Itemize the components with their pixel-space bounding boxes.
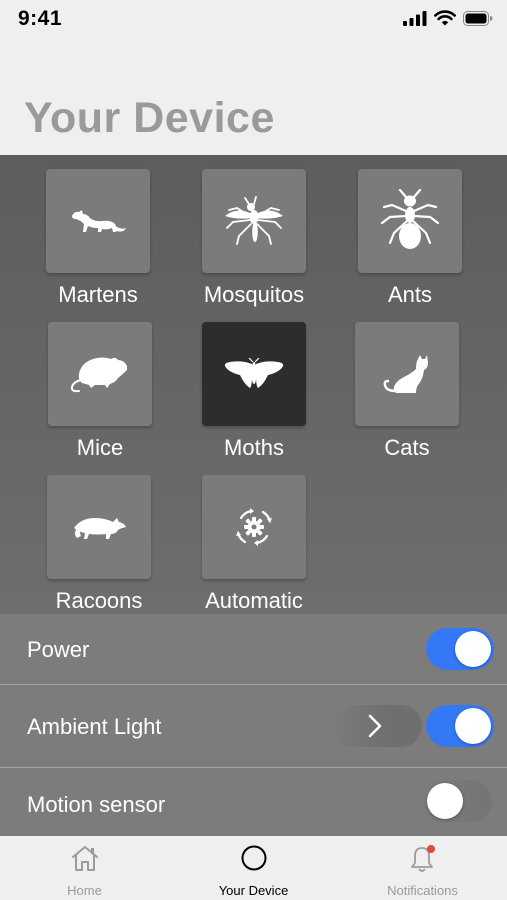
status-bar: 9:41 [0, 0, 507, 40]
notification-badge [426, 845, 435, 853]
toggle-knob [455, 708, 491, 744]
toggle-knob [455, 631, 491, 667]
racoon-icon [74, 518, 126, 539]
page-title: Your Device [24, 94, 275, 142]
tab-label-your-device: Your Device [218, 883, 289, 898]
tab-label-home: Home [67, 883, 102, 898]
wifi-icon [434, 10, 456, 26]
tile-automatic[interactable] [202, 475, 306, 579]
setting-row-ambient-light: Ambient Light [0, 685, 507, 767]
mouse-icon [70, 357, 127, 393]
power-toggle[interactable] [426, 628, 494, 670]
tile-racoons[interactable] [47, 475, 151, 579]
battery-icon [463, 10, 493, 26]
tab-notifications[interactable]: Notifications [338, 836, 507, 900]
chevron-right-icon [368, 714, 382, 738]
setting-label-ambient-light: Ambient Light [27, 714, 162, 739]
ant-icon [380, 189, 440, 249]
motion-sensor-toggle[interactable] [424, 780, 492, 822]
cat-icon [383, 355, 428, 393]
tile-moths[interactable] [202, 322, 306, 426]
marten-icon [72, 210, 126, 232]
setting-label-power: Power [27, 637, 90, 662]
pest-selection-grid: Martens Mosquitos Ants Mice Moths Cats R… [0, 155, 507, 614]
home-icon [71, 846, 98, 871]
tile-label-cats: Cats [384, 435, 430, 460]
setting-row-power: Power [0, 614, 507, 684]
tile-cats[interactable] [355, 322, 459, 426]
auto-cycle-icon [236, 508, 272, 546]
tab-label-notifications: Notifications [387, 883, 458, 898]
tile-martens[interactable] [46, 169, 150, 273]
mosquito-icon [225, 196, 283, 245]
status-time: 9:41 [18, 7, 63, 30]
bell-icon [410, 845, 435, 872]
tile-label-racoons: Racoons [55, 588, 143, 613]
tile-label-moths: Moths [224, 435, 284, 460]
tab-bar: Home Your Device Notifications [0, 836, 507, 900]
tab-your-device[interactable]: Your Device [169, 836, 338, 900]
tile-label-mosquitos: Mosquitos [203, 282, 305, 307]
toggle-knob [427, 783, 463, 819]
setting-label-motion-sensor: Motion sensor [27, 792, 166, 817]
cellular-signal-icon [403, 10, 427, 26]
tile-label-martens: Martens [58, 282, 138, 307]
tile-mosquitos[interactable] [202, 169, 306, 273]
tile-ants[interactable] [358, 169, 462, 273]
ambient-light-detail-button[interactable] [332, 705, 422, 747]
tile-label-automatic: Automatic [205, 588, 303, 613]
ambient-light-toggle[interactable] [426, 705, 494, 747]
settings-list: Power Ambient Light Motion sensor [0, 614, 507, 836]
device-circle-icon [241, 845, 266, 871]
setting-row-motion-sensor: Motion sensor [0, 768, 507, 836]
moth-icon [224, 358, 284, 388]
tile-label-mice: Mice [76, 435, 124, 460]
tab-home[interactable]: Home [0, 836, 169, 900]
tile-label-ants: Ants [387, 282, 433, 307]
tile-mice[interactable] [48, 322, 152, 426]
status-icons [403, 10, 493, 26]
